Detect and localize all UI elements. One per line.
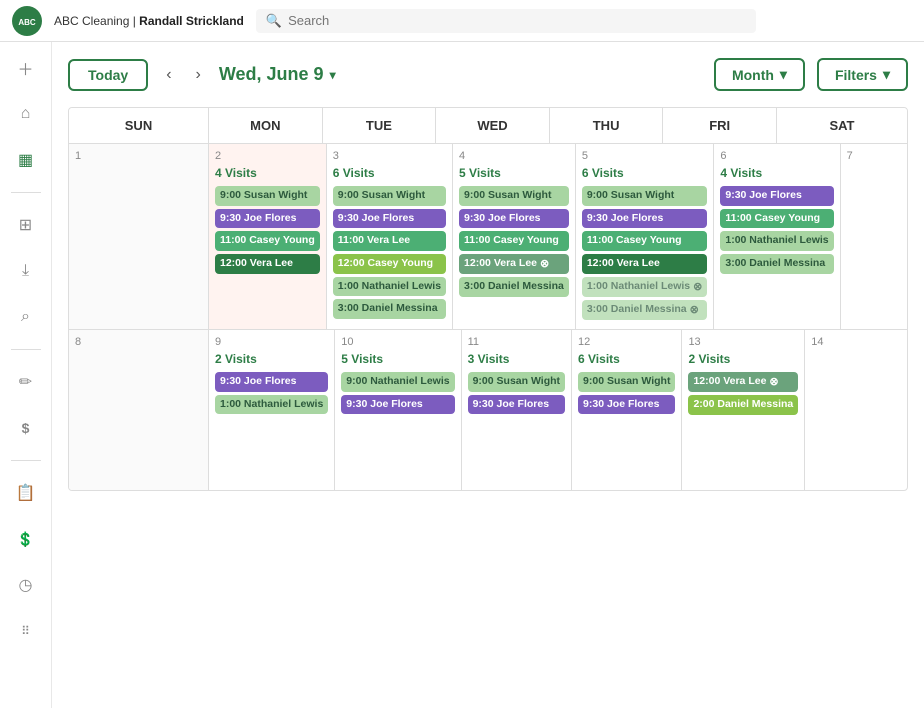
day-5[interactable]: 5 6 Visits 9:00 Susan Wight 9:30 Joe Flo… (576, 144, 715, 329)
top-nav: ABC ABC Cleaning | Randall Strickland 🔍 (0, 0, 924, 42)
filters-button[interactable]: Filters ▾ (817, 58, 908, 91)
apps-icon[interactable]: ⠿ (12, 617, 40, 645)
event[interactable]: 9:00 Susan Wight (468, 372, 565, 392)
calendar-week-2: 8 9 2 Visits 9:30 Joe Flores 1:00 Nathan… (69, 330, 907, 490)
search-icon: 🔍 (266, 13, 282, 29)
search-input[interactable] (288, 13, 746, 28)
col-tue: TUE (323, 108, 437, 143)
svg-text:ABC: ABC (18, 18, 36, 27)
col-fri: FRI (663, 108, 777, 143)
event[interactable]: 9:30 Joe Flores (459, 209, 569, 229)
calendar-header: SUN MON TUE WED THU FRI SAT (69, 108, 907, 144)
event[interactable]: 1:00 Nathaniel Lewis (215, 395, 328, 415)
date-label[interactable]: Wed, June 9 ▾ (219, 64, 336, 85)
event[interactable]: 9:00 Susan Wight (333, 186, 446, 206)
event[interactable]: 9:30 Joe Flores (468, 395, 565, 415)
day-6[interactable]: 6 4 Visits 9:30 Joe Flores 11:00 Casey Y… (714, 144, 840, 329)
divider2 (11, 349, 41, 350)
grid-icon[interactable]: ⊞ (12, 211, 40, 239)
event-canceled[interactable]: 12:00 Vera Lee⊗ (688, 372, 798, 392)
home-icon[interactable]: ⌂ (12, 100, 40, 128)
event[interactable]: 3:00 Daniel Messina (333, 299, 446, 319)
day-14[interactable]: 14 (805, 330, 908, 490)
chevron-down-icon: ▾ (883, 66, 890, 83)
event[interactable]: 9:00 Susan Wight (582, 186, 708, 206)
clock-icon[interactable]: ◷ (12, 571, 40, 599)
chevron-down-icon: ▾ (780, 66, 787, 83)
search2-icon[interactable]: ⌕ (12, 303, 40, 331)
event-canceled[interactable]: 12:00 Vera Lee⊗ (459, 254, 569, 274)
calendar-week-1: 1 2 4 Visits 9:00 Susan Wight 9:30 Joe F… (69, 144, 907, 330)
event[interactable]: 11:00 Casey Young (720, 209, 833, 229)
event-canceled[interactable]: 3:00 Daniel Messina⊗ (582, 300, 708, 320)
event[interactable]: 9:00 Susan Wight (215, 186, 320, 206)
report-icon[interactable]: 📋 (12, 479, 40, 507)
breadcrumb: ABC Cleaning | Randall Strickland (54, 14, 244, 28)
divider (11, 192, 41, 193)
day-4[interactable]: 4 5 Visits 9:00 Susan Wight 9:30 Joe Flo… (453, 144, 576, 329)
event[interactable]: 9:30 Joe Flores (578, 395, 675, 415)
day-13[interactable]: 13 2 Visits 12:00 Vera Lee⊗ 2:00 Daniel … (682, 330, 805, 490)
event[interactable]: 9:30 Joe Flores (341, 395, 454, 415)
main-content: Today ‹ › Wed, June 9 ▾ Month ▾ Filters … (52, 42, 924, 708)
event[interactable]: 9:00 Nathaniel Lewis (341, 372, 454, 392)
chevron-down-icon: ▾ (330, 68, 336, 82)
event[interactable]: 9:00 Susan Wight (578, 372, 675, 392)
billing-icon[interactable]: 💲 (12, 525, 40, 553)
col-wed: WED (436, 108, 550, 143)
dollar-sign-icon[interactable]: $ (12, 414, 40, 442)
plus-icon[interactable]: ＋ (12, 54, 40, 82)
event[interactable]: 11:00 Casey Young (459, 231, 569, 251)
day-11[interactable]: 11 3 Visits 9:00 Susan Wight 9:30 Joe Fl… (462, 330, 572, 490)
calendar-icon[interactable]: ▦ (12, 146, 40, 174)
event[interactable]: 9:30 Joe Flores (333, 209, 446, 229)
event[interactable]: 9:30 Joe Flores (215, 209, 320, 229)
event[interactable]: 3:00 Daniel Messina (720, 254, 833, 274)
day-10[interactable]: 10 5 Visits 9:00 Nathaniel Lewis 9:30 Jo… (335, 330, 461, 490)
cancel-icon: ⊗ (690, 303, 699, 317)
today-button[interactable]: Today (68, 59, 148, 91)
next-button[interactable]: › (190, 62, 207, 88)
month-button[interactable]: Month ▾ (714, 58, 805, 91)
cancel-icon: ⊗ (540, 257, 549, 271)
event[interactable]: 9:30 Joe Flores (720, 186, 833, 206)
sidebar: ＋ ⌂ ▦ ⊞ ⤓ ⌕ ✏ $ 📋 💲 ◷ ⠿ (0, 42, 52, 708)
day-12[interactable]: 12 6 Visits 9:00 Susan Wight 9:30 Joe Fl… (572, 330, 682, 490)
event[interactable]: 12:00 Vera Lee (582, 254, 708, 274)
download-icon[interactable]: ⤓ (12, 257, 40, 285)
event[interactable]: 11:00 Casey Young (215, 231, 320, 251)
cancel-icon: ⊗ (769, 375, 778, 389)
day-7[interactable]: 7 (841, 144, 908, 329)
cancel-icon: ⊗ (693, 280, 702, 294)
col-mon: MON (209, 108, 323, 143)
event[interactable]: 12:00 Casey Young (333, 254, 446, 274)
col-thu: THU (550, 108, 664, 143)
col-sun: SUN (69, 108, 209, 143)
prev-button[interactable]: ‹ (160, 62, 177, 88)
event[interactable]: 12:00 Vera Lee (215, 254, 320, 274)
day-2[interactable]: 2 4 Visits 9:00 Susan Wight 9:30 Joe Flo… (209, 144, 327, 329)
event-canceled[interactable]: 1:00 Nathaniel Lewis⊗ (582, 277, 708, 297)
event[interactable]: 1:00 Nathaniel Lewis (333, 277, 446, 297)
event[interactable]: 3:00 Daniel Messina (459, 277, 569, 297)
calendar: SUN MON TUE WED THU FRI SAT 1 2 4 Visits… (68, 107, 908, 491)
day-8[interactable]: 8 (69, 330, 209, 490)
day-9[interactable]: 9 2 Visits 9:30 Joe Flores 1:00 Nathanie… (209, 330, 335, 490)
logo: ABC (12, 6, 42, 36)
col-sat: SAT (777, 108, 907, 143)
event[interactable]: 11:00 Vera Lee (333, 231, 446, 251)
event[interactable]: 2:00 Daniel Messina (688, 395, 798, 415)
day-1[interactable]: 1 (69, 144, 209, 329)
event[interactable]: 9:30 Joe Flores (582, 209, 708, 229)
event[interactable]: 9:00 Susan Wight (459, 186, 569, 206)
calendar-controls: Today ‹ › Wed, June 9 ▾ Month ▾ Filters … (68, 58, 908, 91)
event[interactable]: 11:00 Casey Young (582, 231, 708, 251)
event[interactable]: 1:00 Nathaniel Lewis (720, 231, 833, 251)
search-bar[interactable]: 🔍 (256, 9, 756, 33)
event[interactable]: 9:30 Joe Flores (215, 372, 328, 392)
divider3 (11, 460, 41, 461)
tag-icon[interactable]: ✏ (12, 368, 40, 396)
day-3[interactable]: 3 6 Visits 9:00 Susan Wight 9:30 Joe Flo… (327, 144, 453, 329)
